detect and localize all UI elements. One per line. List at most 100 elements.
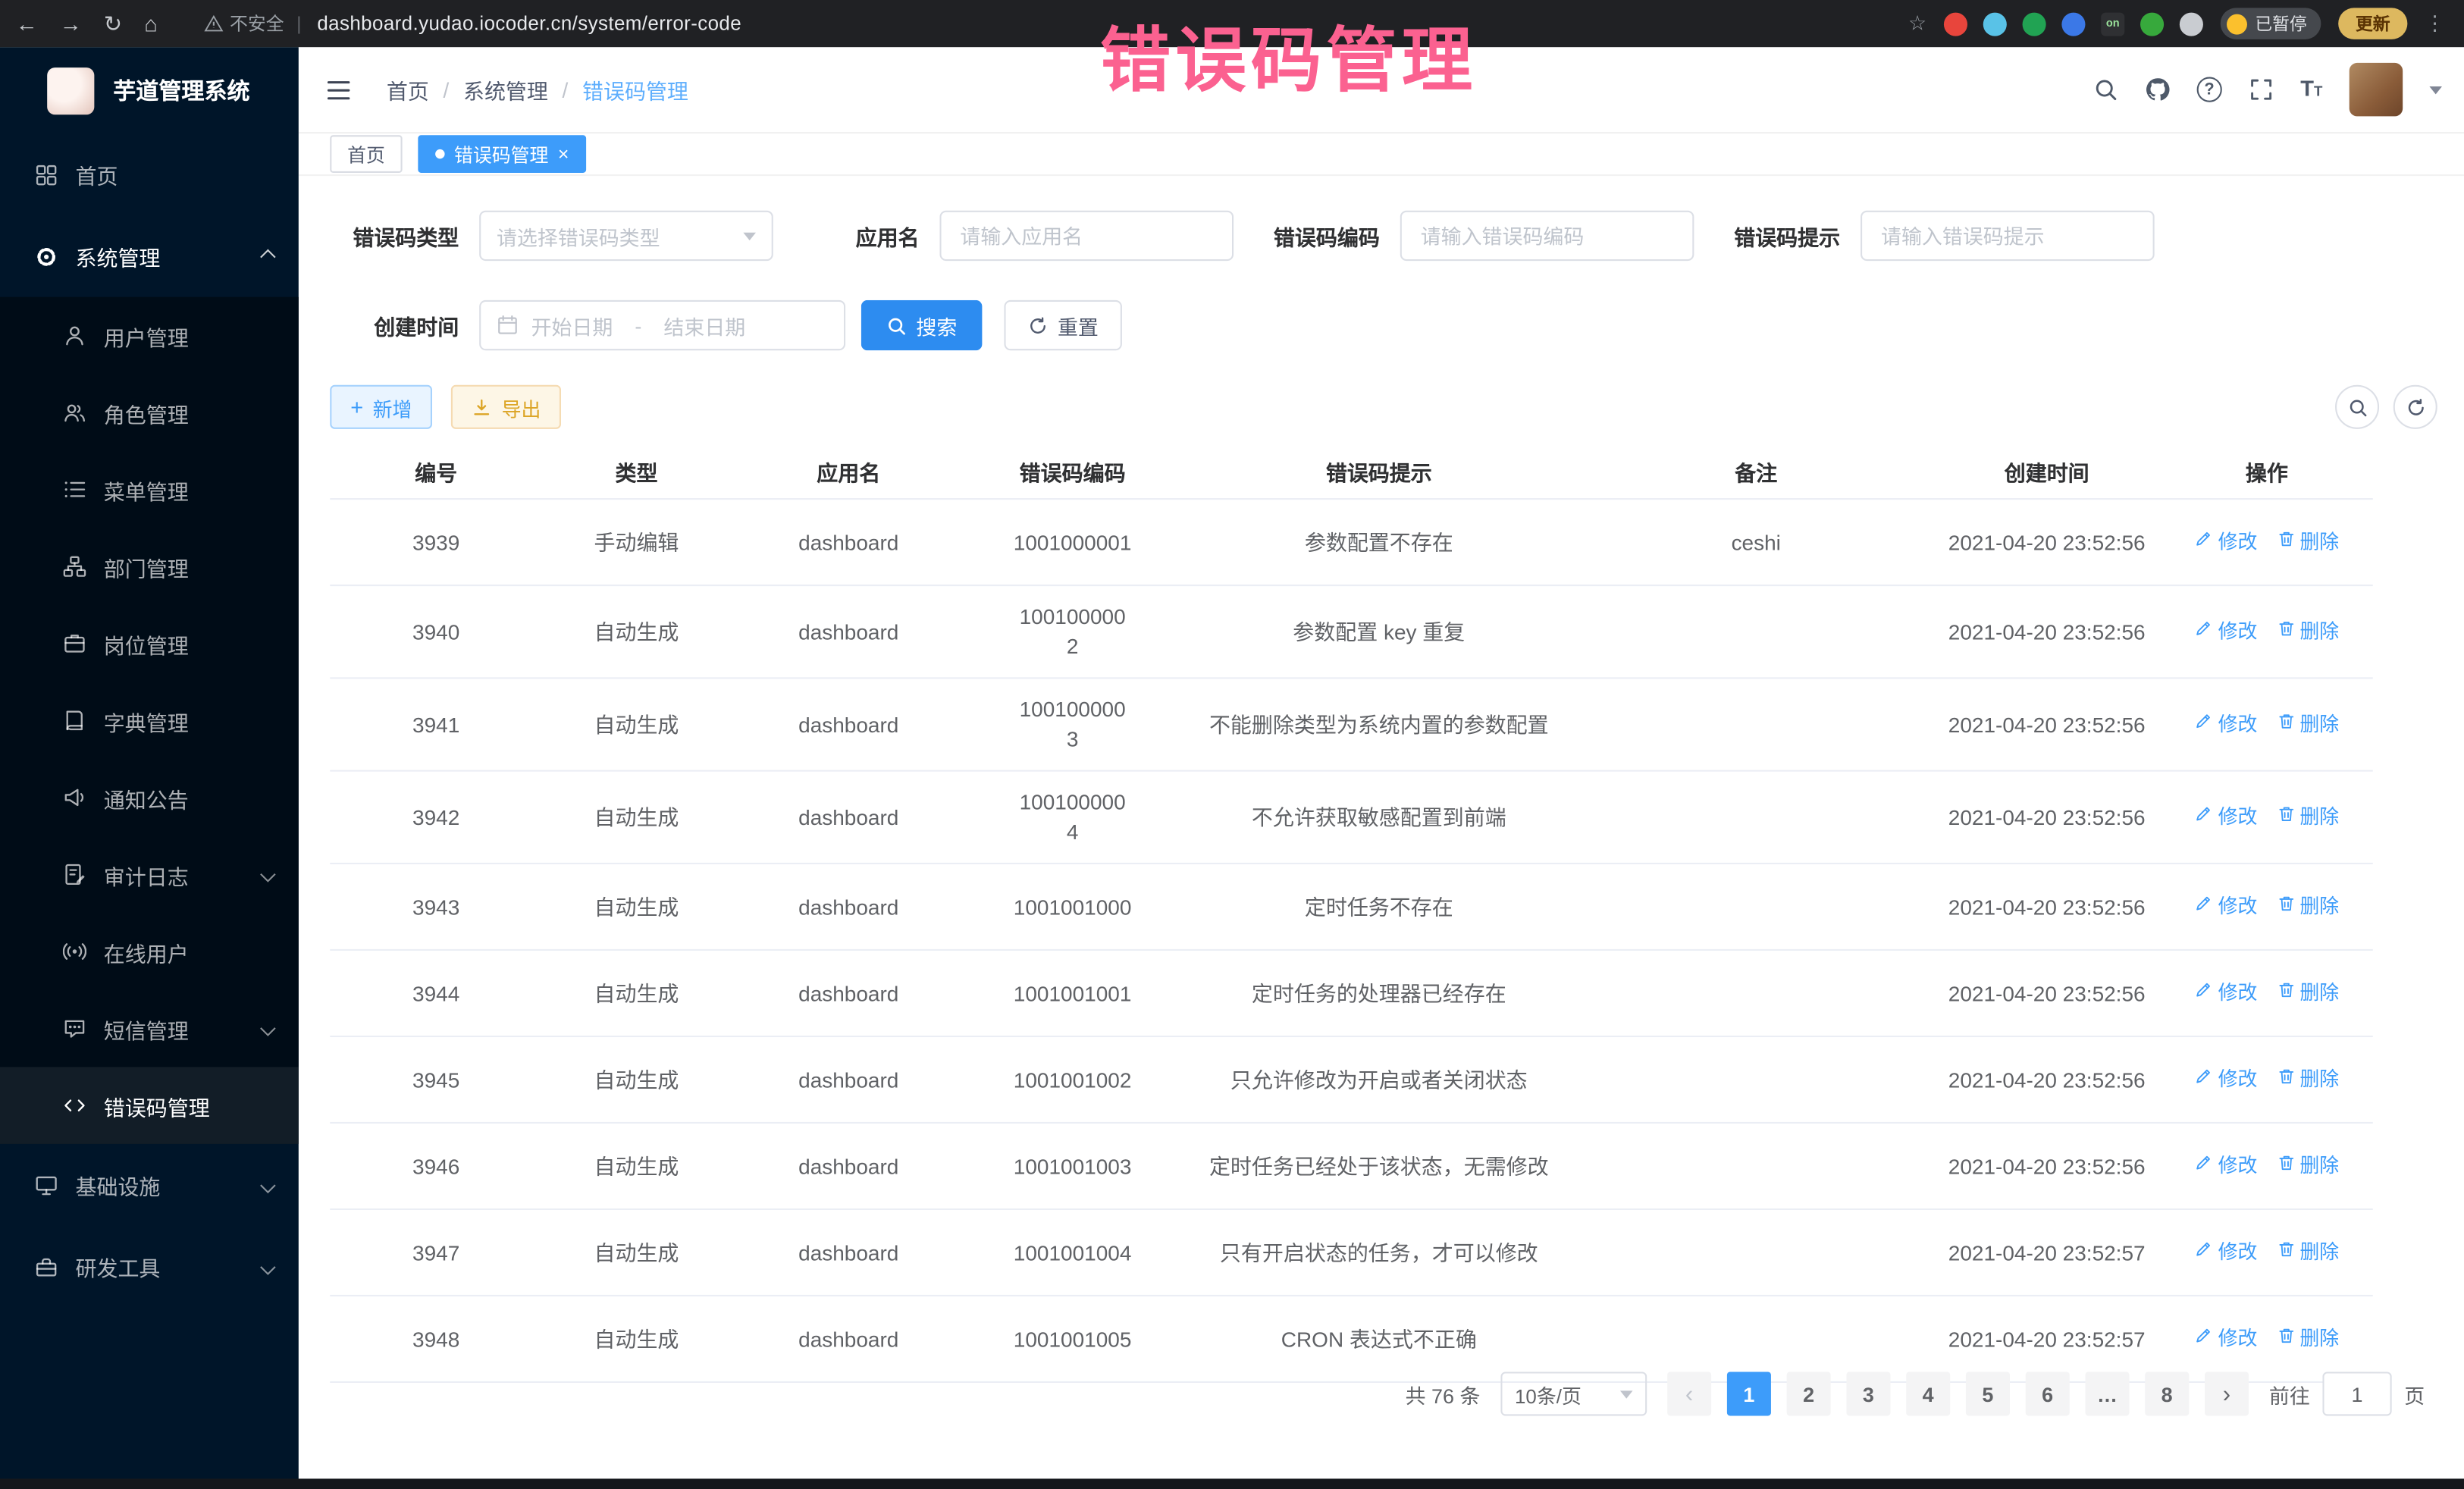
- sidebar-item-megaphone[interactable]: 通知公告: [0, 759, 299, 836]
- toggle-search-button[interactable]: [2335, 385, 2379, 429]
- page-button-4[interactable]: 4: [1906, 1371, 1950, 1415]
- cell-id: 3947: [330, 1222, 542, 1284]
- sidebar-item-users[interactable]: 角色管理: [0, 374, 299, 451]
- sidebar-item-menu-list[interactable]: 菜单管理: [0, 451, 299, 528]
- ext-leaf-icon[interactable]: [2140, 12, 2164, 36]
- ext-on-badge-icon[interactable]: on: [2101, 12, 2124, 36]
- reset-button[interactable]: 重置: [1004, 300, 1121, 350]
- edit-link[interactable]: 修改: [2194, 710, 2257, 739]
- ext-drop-icon[interactable]: [1983, 12, 2007, 36]
- page-button-2[interactable]: 2: [1787, 1371, 1831, 1415]
- search-icon: [2347, 397, 2368, 417]
- edit-link[interactable]: 修改: [2194, 527, 2257, 556]
- error-msg-input[interactable]: [1861, 211, 2155, 261]
- goto-group: 前往 页: [2269, 1371, 2425, 1415]
- back-icon[interactable]: ←: [16, 11, 38, 36]
- sidebar-item-badge[interactable]: 岗位管理: [0, 605, 299, 682]
- sidebar-item-gear[interactable]: 系统管理: [0, 215, 299, 297]
- fullscreen-icon[interactable]: [2249, 77, 2274, 102]
- prev-page-button[interactable]: ‹: [1667, 1371, 1711, 1415]
- sidebar-item-user[interactable]: 用户管理: [0, 297, 299, 375]
- refresh-table-button[interactable]: [2393, 385, 2437, 429]
- sidebar-item-tools[interactable]: 研发工具: [0, 1226, 299, 1308]
- delete-link[interactable]: 删除: [2276, 892, 2339, 921]
- ext-blue-grid-icon[interactable]: [2061, 12, 2085, 36]
- sidebar-item-code[interactable]: 错误码管理: [0, 1067, 299, 1144]
- ext-pin-icon[interactable]: [2180, 12, 2203, 36]
- page-button-5[interactable]: 5: [1966, 1371, 2010, 1415]
- sidebar-item-sms[interactable]: 短信管理: [0, 990, 299, 1067]
- cell-remark: [1579, 801, 1933, 832]
- date-range-picker[interactable]: 开始日期 - 结束日期: [479, 300, 845, 350]
- cell-time: 2021-04-20 23:52:57: [1933, 1222, 2161, 1284]
- sidebar-item-online[interactable]: 在线用户: [0, 913, 299, 990]
- edit-link[interactable]: 修改: [2194, 802, 2257, 832]
- app-name-input[interactable]: [939, 211, 1234, 261]
- page-button-8[interactable]: 8: [2145, 1371, 2189, 1415]
- security-warning[interactable]: 不安全: [205, 11, 284, 36]
- help-icon[interactable]: ?: [2197, 77, 2222, 102]
- ext-red-icon[interactable]: [1944, 12, 1967, 36]
- breadcrumb-home[interactable]: 首页: [387, 74, 429, 105]
- page-button-3[interactable]: 3: [1846, 1371, 1890, 1415]
- page-ellipsis[interactable]: …: [2085, 1371, 2129, 1415]
- tab-home[interactable]: 首页: [330, 135, 402, 173]
- search-icon[interactable]: [2093, 77, 2118, 102]
- edit-link[interactable]: 修改: [2194, 1064, 2257, 1094]
- browser-chrome: ← → ↻ ⌂ 不安全 | dashboard.yudao.iocoder.cn…: [0, 0, 2464, 47]
- reload-icon[interactable]: ↻: [104, 10, 122, 36]
- breadcrumb-system[interactable]: 系统管理: [463, 74, 548, 105]
- paused-badge[interactable]: 已暂停: [2221, 8, 2321, 39]
- goto-page-input[interactable]: [2322, 1371, 2391, 1415]
- trash-icon: [2276, 527, 2295, 556]
- trash-icon: [2276, 1237, 2295, 1267]
- page-button-1[interactable]: 1: [1727, 1371, 1771, 1415]
- delete-link[interactable]: 删除: [2276, 1237, 2339, 1267]
- sidebar-item-book[interactable]: 字典管理: [0, 682, 299, 760]
- type-select[interactable]: 请选择错误码类型: [479, 211, 773, 261]
- collapse-menu-icon[interactable]: [325, 77, 352, 103]
- edit-link[interactable]: 修改: [2194, 978, 2257, 1008]
- delete-link[interactable]: 删除: [2276, 1151, 2339, 1180]
- sidebar-item-audit[interactable]: 审计日志: [0, 836, 299, 914]
- delete-link[interactable]: 删除: [2276, 710, 2339, 739]
- chevron-down-icon[interactable]: [2429, 86, 2442, 93]
- home-icon[interactable]: ⌂: [144, 11, 158, 36]
- ext-green-check-icon[interactable]: [2023, 12, 2046, 36]
- url-bar[interactable]: dashboard.yudao.iocoder.cn/system/error-…: [317, 13, 741, 35]
- badge-icon: [63, 632, 86, 655]
- search-button[interactable]: 搜索: [861, 300, 983, 350]
- page-button-6[interactable]: 6: [2026, 1371, 2070, 1415]
- bookmark-star-icon[interactable]: ☆: [1908, 11, 1926, 36]
- delete-link[interactable]: 删除: [2276, 802, 2339, 832]
- delete-link[interactable]: 删除: [2276, 1324, 2339, 1353]
- sms-icon: [63, 1017, 86, 1040]
- page-size-select[interactable]: 10条/页: [1500, 1371, 1647, 1415]
- edit-link[interactable]: 修改: [2194, 617, 2257, 647]
- delete-link[interactable]: 删除: [2276, 1064, 2339, 1094]
- next-page-button[interactable]: ›: [2205, 1371, 2249, 1415]
- error-code-input[interactable]: [1400, 211, 1694, 261]
- sidebar-item-infra[interactable]: 基础设施: [0, 1144, 299, 1226]
- delete-link[interactable]: 删除: [2276, 617, 2339, 647]
- edit-link[interactable]: 修改: [2194, 1151, 2257, 1180]
- close-icon[interactable]: ×: [558, 145, 569, 164]
- font-size-icon[interactable]: TT: [2300, 75, 2322, 103]
- bottom-bar: [0, 1478, 2464, 1489]
- delete-link[interactable]: 删除: [2276, 978, 2339, 1008]
- download-icon: [472, 397, 492, 417]
- avatar[interactable]: [2350, 63, 2403, 116]
- github-icon[interactable]: [2145, 77, 2170, 102]
- sidebar-item-org[interactable]: 部门管理: [0, 528, 299, 605]
- tab-error-code[interactable]: 错误码管理 ×: [418, 135, 586, 173]
- sidebar-item-dashboard[interactable]: 首页: [0, 133, 299, 215]
- export-button[interactable]: 导出: [451, 385, 561, 429]
- add-button[interactable]: + 新增: [330, 385, 432, 429]
- update-button[interactable]: 更新: [2338, 8, 2407, 39]
- edit-link[interactable]: 修改: [2194, 1324, 2257, 1353]
- edit-link[interactable]: 修改: [2194, 892, 2257, 921]
- forward-icon[interactable]: →: [60, 11, 82, 36]
- browser-menu-icon[interactable]: ⋮: [2425, 11, 2445, 36]
- delete-link[interactable]: 删除: [2276, 527, 2339, 556]
- edit-link[interactable]: 修改: [2194, 1237, 2257, 1267]
